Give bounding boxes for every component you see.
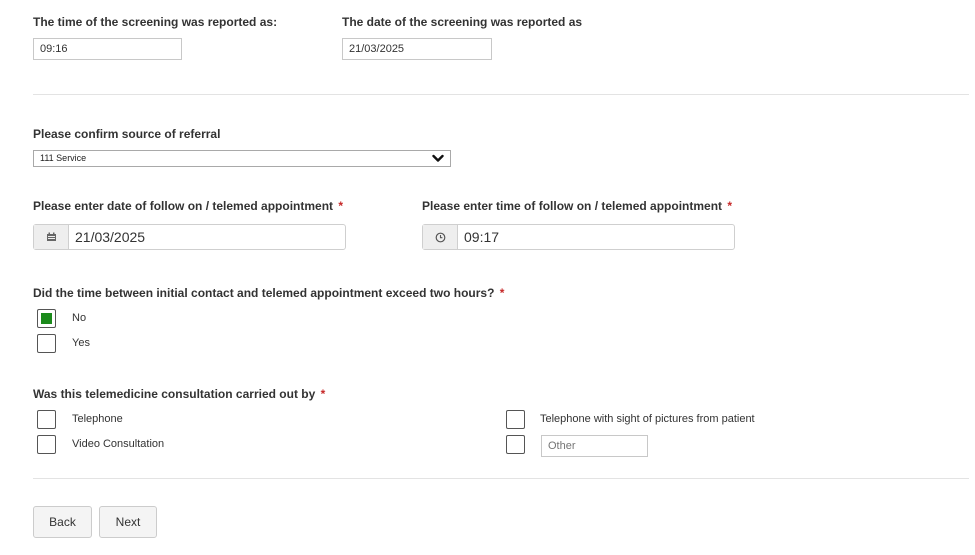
referral-selected-value: 111 Service	[40, 153, 87, 163]
chevron-down-icon	[432, 154, 444, 163]
checkbox-checked-mark	[41, 313, 52, 324]
required-marker: *	[320, 387, 326, 401]
required-marker: *	[338, 199, 344, 213]
exceed-question-label: Did the time between initial contact and…	[33, 286, 504, 300]
checkbox-video-consultation[interactable]	[37, 435, 56, 454]
screening-time-label: The time of the screening was reported a…	[33, 15, 278, 29]
required-marker: *	[727, 199, 733, 213]
checkbox-telephone[interactable]	[37, 410, 56, 429]
required-marker: *	[499, 286, 505, 300]
follow-on-date-value: 21/03/2025	[75, 229, 146, 245]
follow-on-date-input[interactable]: 21/03/2025	[33, 224, 346, 250]
option-label-telephone: Telephone	[72, 413, 123, 425]
telemed-form: The time of the screening was reported a…	[0, 0, 975, 555]
follow-on-time-value: 09:17	[464, 229, 500, 245]
checkbox-telephone-with-pictures[interactable]	[506, 410, 525, 429]
option-label-telephone-with-pictures: Telephone with sight of pictures from pa…	[540, 413, 755, 425]
checkbox-no[interactable]	[37, 309, 56, 328]
follow-on-time-label-text: Please enter time of follow on / telemed…	[422, 199, 723, 213]
consultation-label: Was this telemedicine consultation carri…	[33, 387, 325, 401]
footer-divider	[33, 478, 969, 479]
section-divider	[33, 94, 969, 95]
clock-icon[interactable]	[423, 225, 458, 249]
option-label-yes: Yes	[72, 337, 90, 349]
other-input[interactable]	[541, 435, 648, 457]
follow-on-date-label: Please enter date of follow on / telemed…	[33, 199, 343, 213]
option-label-no: No	[72, 312, 87, 324]
back-button[interactable]: Back	[33, 506, 92, 538]
option-label-video-consultation: Video Consultation	[72, 438, 165, 450]
calendar-icon[interactable]	[34, 225, 69, 249]
consultation-label-text: Was this telemedicine consultation carri…	[33, 387, 316, 401]
screening-date-field[interactable]: 21/03/2025	[342, 38, 492, 60]
exceed-question-text: Did the time between initial contact and…	[33, 286, 495, 300]
follow-on-time-input[interactable]: 09:17	[422, 224, 735, 250]
screening-time-field[interactable]: 09:16	[33, 38, 182, 60]
follow-on-time-label: Please enter time of follow on / telemed…	[422, 199, 732, 213]
screening-date-label: The date of the screening was reported a…	[342, 15, 583, 29]
referral-select[interactable]: 111 Service	[33, 150, 451, 167]
next-button[interactable]: Next	[99, 506, 157, 538]
checkbox-other[interactable]	[506, 435, 525, 454]
referral-label: Please confirm source of referral	[33, 127, 221, 141]
follow-on-date-label-text: Please enter date of follow on / telemed…	[33, 199, 334, 213]
checkbox-yes[interactable]	[37, 334, 56, 353]
